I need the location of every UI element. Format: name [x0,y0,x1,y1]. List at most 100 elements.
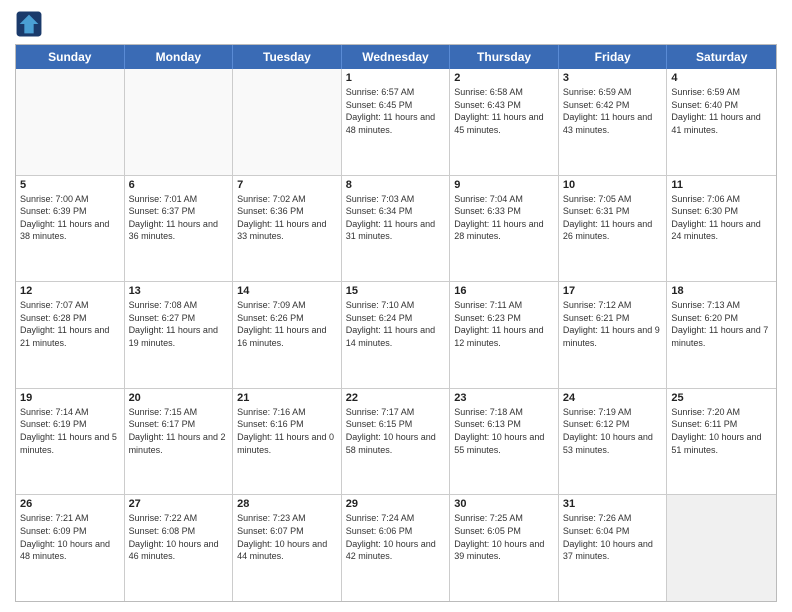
day-cell: 3 Sunrise: 6:59 AM Sunset: 6:42 PM Daylig… [559,69,668,175]
day-info: Sunrise: 7:09 AM Sunset: 6:26 PM Dayligh… [237,299,337,349]
day-number: 7 [237,179,337,191]
day-cell: 30 Sunrise: 7:25 AM Sunset: 6:05 PM Dayli… [450,495,559,601]
day-info: Sunrise: 7:25 AM Sunset: 6:05 PM Dayligh… [454,512,554,562]
day-info: Sunrise: 7:12 AM Sunset: 6:21 PM Dayligh… [563,299,663,349]
day-number: 13 [129,285,229,297]
day-info: Sunrise: 7:17 AM Sunset: 6:15 PM Dayligh… [346,406,446,456]
day-cell: 5Sunrise: 7:00 AM Sunset: 6:39 PM Daylig… [16,176,125,282]
day-cell: 27Sunrise: 7:22 AM Sunset: 6:08 PM Dayli… [125,495,234,601]
day-number: 4 [671,72,772,84]
day-cell: 13 Sunrise: 7:08 AM Sunset: 6:27 PM Dayli… [125,282,234,388]
day-number: 21 [237,392,337,404]
day-info: Sunrise: 7:08 AM Sunset: 6:27 PM Dayligh… [129,299,229,349]
day-cell: 23Sunrise: 7:18 AM Sunset: 6:13 PM Dayli… [450,389,559,495]
day-cell: 26 Sunrise: 7:21 AM Sunset: 6:09 PM Dayli… [16,495,125,601]
day-number: 22 [346,392,446,404]
day-cell: 18 Sunrise: 7:13 AM Sunset: 6:20 PM Dayli… [667,282,776,388]
day-cell: 10 Sunrise: 7:05 AM Sunset: 6:31 PM Dayli… [559,176,668,282]
day-number: 26 [20,498,120,510]
week-row-2: 5Sunrise: 7:00 AM Sunset: 6:39 PM Daylig… [16,175,776,282]
day-cell: 15Sunrise: 7:10 AM Sunset: 6:24 PM Dayli… [342,282,451,388]
day-number: 1 [346,72,446,84]
day-number: 16 [454,285,554,297]
day-cell [16,69,125,175]
day-cell: 9 Sunrise: 7:04 AM Sunset: 6:33 PM Daylig… [450,176,559,282]
day-number: 30 [454,498,554,510]
day-number: 14 [237,285,337,297]
week-row-1: 1 Sunrise: 6:57 AM Sunset: 6:45 PM Daylig… [16,69,776,175]
day-header-monday: Monday [125,45,234,69]
day-header-saturday: Saturday [667,45,776,69]
page: SundayMondayTuesdayWednesdayThursdayFrid… [0,0,792,612]
day-number: 17 [563,285,663,297]
day-cell: 6 Sunrise: 7:01 AM Sunset: 6:37 PM Daylig… [125,176,234,282]
day-number: 27 [129,498,229,510]
day-number: 19 [20,392,120,404]
day-info: Sunrise: 7:04 AM Sunset: 6:33 PM Dayligh… [454,193,554,243]
day-info: Sunrise: 7:24 AM Sunset: 6:06 PM Dayligh… [346,512,446,562]
day-number: 23 [454,392,554,404]
day-cell: 24 Sunrise: 7:19 AM Sunset: 6:12 PM Dayli… [559,389,668,495]
day-cell: 8 Sunrise: 7:03 AM Sunset: 6:34 PM Daylig… [342,176,451,282]
day-header-friday: Friday [559,45,668,69]
day-number: 6 [129,179,229,191]
logo-icon [15,10,43,38]
day-number: 18 [671,285,772,297]
day-number: 9 [454,179,554,191]
day-number: 3 [563,72,663,84]
day-header-sunday: Sunday [16,45,125,69]
day-cell [667,495,776,601]
week-row-4: 19Sunrise: 7:14 AM Sunset: 6:19 PM Dayli… [16,388,776,495]
day-number: 8 [346,179,446,191]
day-info: Sunrise: 7:13 AM Sunset: 6:20 PM Dayligh… [671,299,772,349]
day-info: Sunrise: 7:21 AM Sunset: 6:09 PM Dayligh… [20,512,120,562]
day-cell: 25 Sunrise: 7:20 AM Sunset: 6:11 PM Dayli… [667,389,776,495]
day-info: Sunrise: 7:07 AM Sunset: 6:28 PM Dayligh… [20,299,120,349]
logo [15,10,47,38]
day-cell: 14 Sunrise: 7:09 AM Sunset: 6:26 PM Dayli… [233,282,342,388]
day-number: 25 [671,392,772,404]
day-info: Sunrise: 7:05 AM Sunset: 6:31 PM Dayligh… [563,193,663,243]
day-info: Sunrise: 6:58 AM Sunset: 6:43 PM Dayligh… [454,86,554,136]
day-cell: 19Sunrise: 7:14 AM Sunset: 6:19 PM Dayli… [16,389,125,495]
day-number: 11 [671,179,772,191]
day-cell [125,69,234,175]
day-info: Sunrise: 7:11 AM Sunset: 6:23 PM Dayligh… [454,299,554,349]
day-info: Sunrise: 6:57 AM Sunset: 6:45 PM Dayligh… [346,86,446,136]
day-info: Sunrise: 7:15 AM Sunset: 6:17 PM Dayligh… [129,406,229,456]
day-cell: 28Sunrise: 7:23 AM Sunset: 6:07 PM Dayli… [233,495,342,601]
day-info: Sunrise: 7:03 AM Sunset: 6:34 PM Dayligh… [346,193,446,243]
day-info: Sunrise: 7:00 AM Sunset: 6:39 PM Dayligh… [20,193,120,243]
day-cell [233,69,342,175]
day-number: 28 [237,498,337,510]
day-info: Sunrise: 7:06 AM Sunset: 6:30 PM Dayligh… [671,193,772,243]
day-number: 31 [563,498,663,510]
day-info: Sunrise: 7:26 AM Sunset: 6:04 PM Dayligh… [563,512,663,562]
day-number: 12 [20,285,120,297]
day-info: Sunrise: 6:59 AM Sunset: 6:42 PM Dayligh… [563,86,663,136]
header [15,10,777,38]
day-number: 24 [563,392,663,404]
day-number: 20 [129,392,229,404]
day-header-thursday: Thursday [450,45,559,69]
day-cell: 31 Sunrise: 7:26 AM Sunset: 6:04 PM Dayli… [559,495,668,601]
day-header-wednesday: Wednesday [342,45,451,69]
day-cell: 29 Sunrise: 7:24 AM Sunset: 6:06 PM Dayli… [342,495,451,601]
week-row-3: 12 Sunrise: 7:07 AM Sunset: 6:28 PM Dayli… [16,281,776,388]
day-cell: 2Sunrise: 6:58 AM Sunset: 6:43 PM Daylig… [450,69,559,175]
day-cell: 17 Sunrise: 7:12 AM Sunset: 6:21 PM Dayli… [559,282,668,388]
day-headers: SundayMondayTuesdayWednesdayThursdayFrid… [16,45,776,69]
day-cell: 16 Sunrise: 7:11 AM Sunset: 6:23 PM Dayli… [450,282,559,388]
day-cell: 4Sunrise: 6:59 AM Sunset: 6:40 PM Daylig… [667,69,776,175]
day-info: Sunrise: 7:02 AM Sunset: 6:36 PM Dayligh… [237,193,337,243]
day-info: Sunrise: 7:01 AM Sunset: 6:37 PM Dayligh… [129,193,229,243]
day-cell: 11 Sunrise: 7:06 AM Sunset: 6:30 PM Dayli… [667,176,776,282]
day-cell: 21 Sunrise: 7:16 AM Sunset: 6:16 PM Dayli… [233,389,342,495]
day-number: 10 [563,179,663,191]
day-info: Sunrise: 7:10 AM Sunset: 6:24 PM Dayligh… [346,299,446,349]
day-info: Sunrise: 7:19 AM Sunset: 6:12 PM Dayligh… [563,406,663,456]
day-info: Sunrise: 7:16 AM Sunset: 6:16 PM Dayligh… [237,406,337,456]
day-number: 29 [346,498,446,510]
day-info: Sunrise: 7:20 AM Sunset: 6:11 PM Dayligh… [671,406,772,456]
day-cell: 7 Sunrise: 7:02 AM Sunset: 6:36 PM Daylig… [233,176,342,282]
